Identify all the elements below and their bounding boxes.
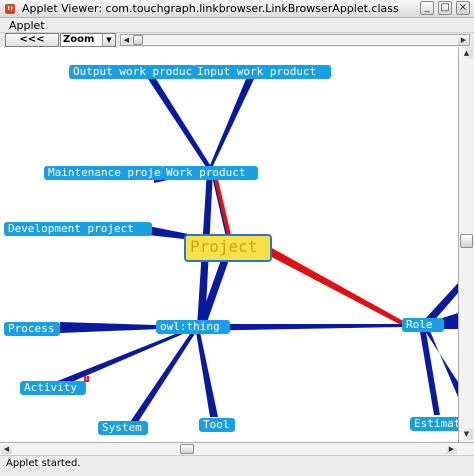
scroll-left-icon[interactable]: ◀ bbox=[121, 35, 132, 45]
node-tool[interactable]: Tool bbox=[199, 418, 235, 432]
zoom-scrollbar-thumb[interactable] bbox=[133, 35, 143, 45]
scroll-right-icon[interactable]: ▶ bbox=[446, 444, 457, 454]
vertical-scrollbar[interactable]: ▲ ▼ bbox=[458, 47, 474, 442]
zoom-select-value: Zoom bbox=[63, 34, 95, 45]
node-development-project[interactable]: Development project bbox=[4, 222, 152, 236]
back-button[interactable]: <<< Back bbox=[5, 33, 59, 57]
window-title: Applet Viewer: com.touchgraph.linkbrowse… bbox=[22, 2, 399, 15]
scroll-left-icon[interactable]: ◀ bbox=[1, 444, 12, 454]
node-project[interactable]: Project bbox=[184, 234, 272, 262]
window-title-bar: Applet Viewer: com.touchgraph.linkbrowse… bbox=[0, 0, 474, 18]
edge-project-role bbox=[264, 247, 405, 326]
node-role[interactable]: Role bbox=[402, 318, 444, 332]
chevron-down-icon[interactable]: ▼ bbox=[102, 34, 115, 46]
zoom-scrollbar[interactable]: ◀ ▶ bbox=[120, 34, 470, 46]
activity-badge: 1 bbox=[84, 376, 89, 382]
edge-activity bbox=[55, 329, 190, 387]
edge-role-down bbox=[420, 332, 440, 415]
toolbar: <<< Back Zoom ▼ ◀ ▶ bbox=[0, 33, 474, 57]
scroll-up-icon[interactable]: ▲ bbox=[460, 47, 473, 59]
minimize-button[interactable]: _ bbox=[420, 1, 434, 15]
vertical-scrollbar-thumb[interactable] bbox=[460, 234, 473, 248]
horizontal-scrollbar-thumb[interactable] bbox=[180, 444, 194, 454]
scroll-right-icon[interactable]: ▶ bbox=[458, 35, 469, 45]
node-system[interactable]: System bbox=[98, 421, 148, 435]
edge-tool bbox=[196, 332, 218, 417]
java-app-icon bbox=[5, 4, 15, 14]
graph-canvas[interactable]: Output work product Input work product M… bbox=[0, 47, 458, 442]
node-process[interactable]: Process bbox=[4, 322, 60, 336]
status-text: Applet started. bbox=[6, 458, 81, 469]
node-owl-thing[interactable]: owl:thing bbox=[156, 320, 230, 334]
status-bar: Applet started. bbox=[0, 455, 474, 476]
node-activity[interactable]: Activity bbox=[20, 381, 86, 395]
maximize-button[interactable]: □ bbox=[438, 1, 452, 15]
edge-work-to-project-red bbox=[212, 171, 232, 239]
node-maintenance-project[interactable]: Maintenance project bbox=[44, 166, 164, 180]
node-work-product[interactable]: Work product bbox=[162, 166, 258, 180]
horizontal-scrollbar[interactable]: ◀ ▶ bbox=[0, 442, 474, 455]
node-estimator[interactable]: Estimator bbox=[410, 417, 458, 431]
node-input-work-product[interactable]: Input work product bbox=[193, 65, 331, 79]
edge-system bbox=[130, 331, 196, 422]
edge-input-work bbox=[208, 79, 254, 170]
zoom-select[interactable]: Zoom ▼ bbox=[60, 33, 116, 47]
menu-bar: Applet bbox=[0, 18, 474, 33]
scroll-down-icon[interactable]: ▼ bbox=[460, 428, 473, 440]
close-button[interactable]: × bbox=[456, 1, 470, 15]
edge-output-work bbox=[148, 79, 212, 170]
menu-applet[interactable]: Applet bbox=[9, 18, 45, 33]
node-output-work-product[interactable]: Output work product bbox=[69, 65, 195, 79]
